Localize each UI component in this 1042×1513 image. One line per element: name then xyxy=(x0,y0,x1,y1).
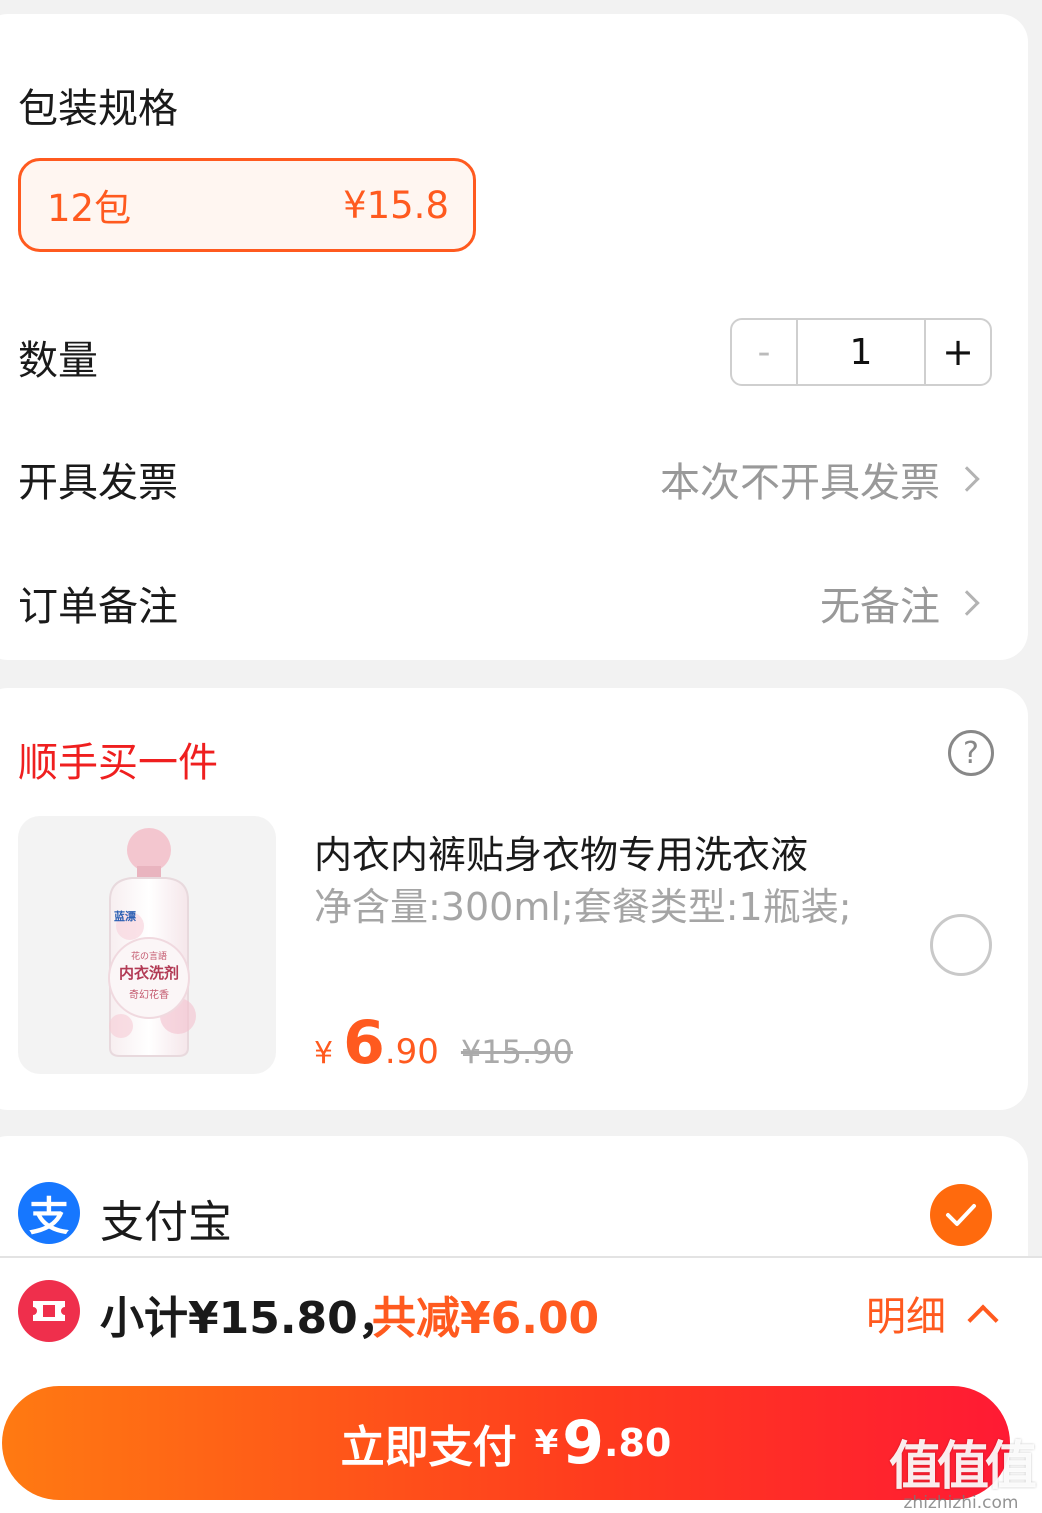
payment-selected-checkmark[interactable] xyxy=(930,1184,992,1246)
bottle-small-title: 花の言語 xyxy=(131,950,167,962)
addon-card: 顺手买一件 ? 花の言語 内衣洗剂 奇幻花香 蓝漂 内衣内裤贴身衣物专用洗衣液 … xyxy=(0,688,1028,1110)
remark-selector[interactable]: 无备注 xyxy=(820,574,980,632)
watermark-url: zhizhizhi.com xyxy=(903,1493,1019,1513)
checkmark-icon xyxy=(946,1204,976,1226)
chevron-right-icon xyxy=(954,466,980,492)
help-icon[interactable]: ? xyxy=(948,730,994,776)
pay-now-button[interactable]: 立即支付 ¥ 9 .80 xyxy=(2,1386,1010,1500)
chevron-right-icon xyxy=(954,590,980,616)
addon-title: 顺手买一件 xyxy=(18,740,218,786)
watermark: 值值值 zhizhizhi.com xyxy=(886,1424,1037,1513)
payment-method-label[interactable]: 支付宝 xyxy=(100,1186,232,1250)
product-price: ¥ 6 .90 ¥15.90 xyxy=(314,1008,573,1078)
spec-option-selected[interactable]: 12包 ¥15.8 xyxy=(18,158,476,252)
alipay-icon: 支 xyxy=(18,1182,80,1244)
invoice-label: 开具发票 xyxy=(18,460,178,506)
detergent-bottle-icon: 花の言語 内衣洗剂 奇幻花香 蓝漂 xyxy=(108,828,196,1057)
spec-label: 包装规格 xyxy=(18,86,178,132)
checkout-page: 包装规格 12包 ¥15.8 数量 - 1 + 开具发票 本次不开具发票 订单备… xyxy=(0,0,1042,1513)
pay-button-amount-dec: .80 xyxy=(604,1421,672,1465)
discount-text: 共减¥6.00 xyxy=(372,1293,600,1344)
bottle-subtitle: 奇幻花香 xyxy=(129,988,169,1001)
bottle-title: 内衣洗剂 xyxy=(119,964,179,982)
quantity-increase-button[interactable]: + xyxy=(924,320,990,384)
price-currency: ¥ xyxy=(314,1036,334,1071)
subtotal-text: 小计¥15.80， xyxy=(100,1293,402,1344)
quantity-stepper: - 1 + xyxy=(730,318,992,386)
remark-value: 无备注 xyxy=(820,584,940,630)
original-price: ¥15.90 xyxy=(460,1033,573,1071)
invoice-value: 本次不开具发票 xyxy=(660,460,940,506)
product-image[interactable]: 花の言語 内衣洗剂 奇幻花香 蓝漂 xyxy=(18,816,276,1074)
product-spec: 净含量:300ml;套餐类型:1瓶装; xyxy=(314,885,852,929)
price-detail-toggle[interactable]: 明细 xyxy=(866,1284,999,1342)
product-name[interactable]: 内衣内裤贴身衣物专用洗衣液 xyxy=(314,824,808,879)
pay-button-currency: ¥ xyxy=(534,1423,559,1463)
pay-button-label: 立即支付 xyxy=(340,1422,517,1473)
quantity-label: 数量 xyxy=(18,338,98,384)
pay-button-amount-int: 9 xyxy=(562,1408,605,1478)
price-integer: 6 xyxy=(343,1008,385,1078)
quantity-value[interactable]: 1 xyxy=(798,320,924,384)
remark-label: 订单备注 xyxy=(18,584,178,630)
quantity-decrease-button[interactable]: - xyxy=(732,320,798,384)
addon-select-radio[interactable] xyxy=(930,914,992,976)
bottle-brand: 蓝漂 xyxy=(114,909,136,923)
detail-label: 明细 xyxy=(866,1294,946,1340)
invoice-selector[interactable]: 本次不开具发票 xyxy=(660,450,980,508)
chevron-up-icon xyxy=(967,1304,999,1336)
price-decimal: .90 xyxy=(384,1032,439,1072)
order-options-card: 包装规格 12包 ¥15.8 数量 - 1 + 开具发票 本次不开具发票 订单备… xyxy=(0,14,1028,660)
spec-option-price: ¥15.8 xyxy=(343,183,449,227)
spec-option-name: 12包 xyxy=(47,187,132,230)
watermark-logo: 值值值 xyxy=(888,1437,1037,1497)
coupon-icon xyxy=(18,1280,80,1342)
